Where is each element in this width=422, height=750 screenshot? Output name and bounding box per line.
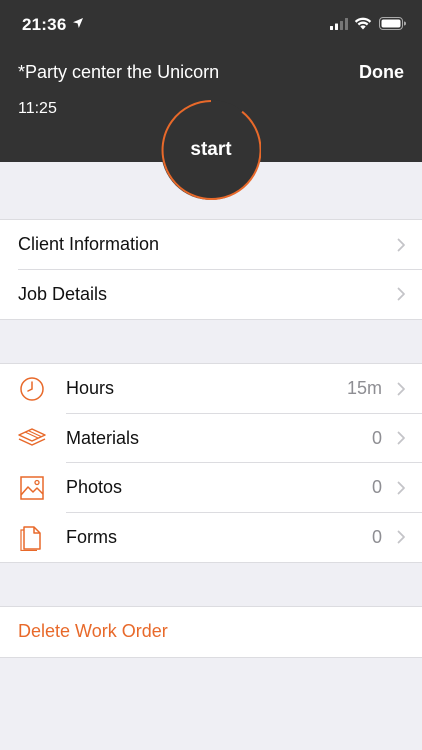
hours-label: Hours (66, 378, 115, 399)
battery-icon (379, 17, 406, 30)
forms-label: Forms (66, 526, 117, 547)
client-information-row[interactable]: Client Information (0, 220, 422, 270)
wifi-icon (354, 17, 372, 30)
job-details-label: Job Details (18, 283, 108, 304)
materials-value: 0 (371, 427, 382, 448)
photos-value: 0 (371, 477, 382, 498)
materials-label: Materials (66, 427, 140, 448)
hours-row[interactable]: Hours 15m (0, 364, 422, 414)
chevron-right-icon (397, 431, 405, 445)
forms-value: 0 (371, 526, 382, 547)
document-icon (20, 526, 41, 552)
done-button[interactable]: Done (359, 62, 404, 83)
forms-row[interactable]: Forms 0 (0, 513, 422, 563)
start-timer-button[interactable]: start (161, 100, 261, 200)
materials-row[interactable]: Materials 0 (0, 414, 422, 463)
work-items-section: Hours 15m Materials 0 Photos 0 Forms 0 (0, 363, 422, 563)
status-bar: 21:36 (0, 0, 422, 48)
job-title: *Party center the Unicorn (18, 62, 220, 82)
chevron-right-icon (397, 530, 405, 544)
chevron-right-icon (397, 481, 405, 495)
chevron-right-icon (397, 238, 405, 252)
elapsed-time: 11:25 (18, 100, 57, 117)
client-information-label: Client Information (18, 234, 160, 255)
cellular-signal-icon (330, 18, 348, 30)
delete-work-order-button[interactable]: Delete Work Order (0, 607, 422, 657)
layers-icon (18, 428, 46, 446)
photos-label: Photos (66, 477, 123, 498)
job-details-row[interactable]: Job Details (0, 270, 422, 320)
delete-section: Delete Work Order (0, 606, 422, 658)
delete-work-order-label: Delete Work Order (18, 621, 168, 642)
hours-value: 15m (346, 378, 382, 399)
clock-icon (20, 377, 44, 401)
photo-icon (20, 476, 44, 500)
info-section: Client Information Job Details (0, 219, 422, 320)
chevron-right-icon (397, 287, 405, 301)
start-label: start (190, 139, 232, 160)
status-time: 21:36 (22, 15, 67, 34)
location-arrow-icon (73, 18, 83, 28)
chevron-right-icon (397, 382, 405, 396)
photos-row[interactable]: Photos 0 (0, 463, 422, 513)
